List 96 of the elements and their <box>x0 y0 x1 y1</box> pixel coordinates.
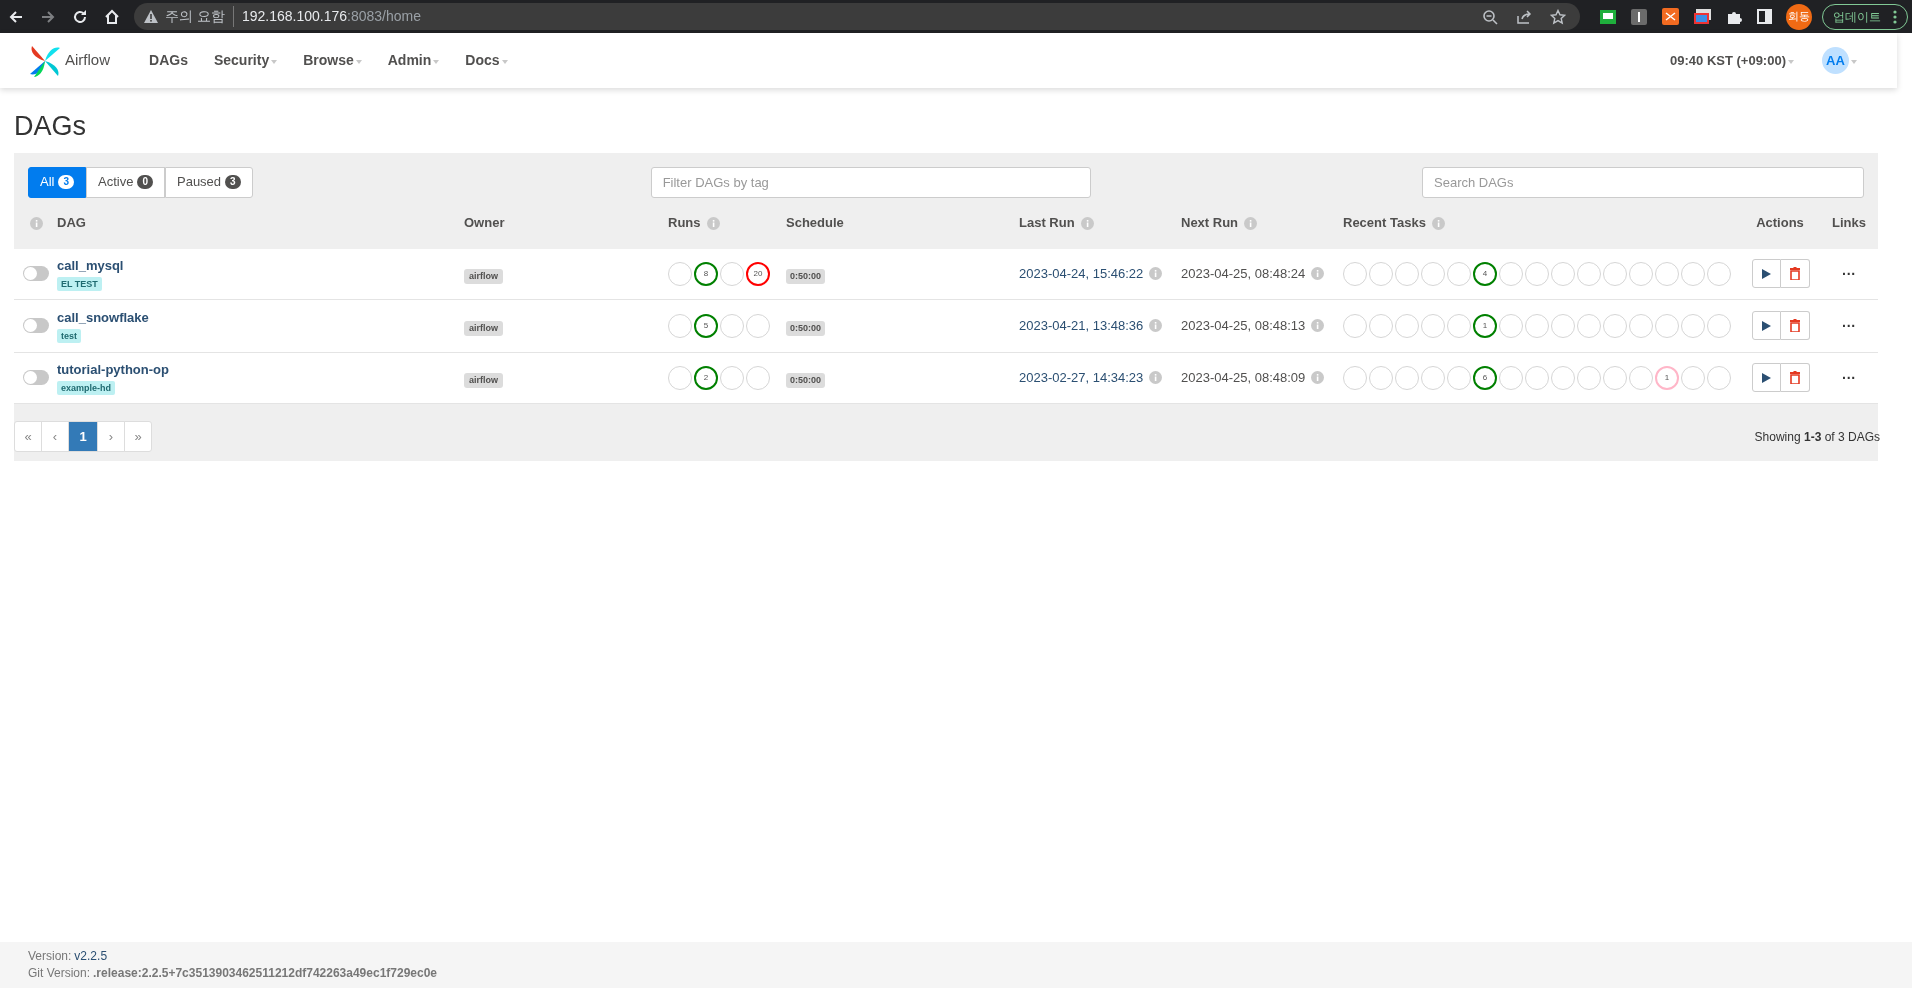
user-avatar: AA <box>1822 47 1849 74</box>
play-icon <box>1762 320 1771 331</box>
next-run-text: 2023-04-25, 08:48:24 <box>1181 264 1306 283</box>
column-header: Runs <box>668 214 701 233</box>
count-badge: 0 <box>137 175 153 189</box>
info-icon <box>1149 371 1163 384</box>
zoom-out-icon[interactable] <box>1482 8 1498 25</box>
schedule-label[interactable]: 0:50:00 <box>786 372 826 388</box>
page-link[interactable]: ‹ <box>41 421 69 452</box>
git-version-label: Git Version: <box>28 965 91 982</box>
share-icon[interactable] <box>1516 8 1532 25</box>
reload-icon[interactable] <box>72 8 88 25</box>
next-run-text: 2023-04-25, 08:48:09 <box>1181 368 1306 387</box>
page-link[interactable]: » <box>124 421 152 452</box>
caret-icon <box>1788 60 1794 64</box>
info-icon <box>1311 319 1325 332</box>
last-run-link[interactable]: 2023-04-24, 15:46:22 <box>1019 263 1144 284</box>
column-header: Owner <box>464 214 505 233</box>
column-header: Recent Tasks <box>1343 214 1426 233</box>
filter-tab[interactable]: Active 0 <box>86 166 165 198</box>
security-label: 주의 요함 <box>165 6 234 27</box>
side-panel-icon[interactable] <box>1757 9 1772 24</box>
info-icon <box>1311 267 1325 280</box>
tag-label[interactable]: example-hd <box>57 381 115 396</box>
extension-icon[interactable] <box>1694 9 1711 24</box>
play-icon <box>1762 372 1771 383</box>
page-link[interactable]: 1 <box>68 421 98 452</box>
more-icon <box>1893 9 1897 24</box>
owner-label: airflow <box>464 372 503 388</box>
extension-icon[interactable] <box>1631 8 1647 25</box>
version-link[interactable]: v2.2.5 <box>74 948 108 965</box>
info-icon <box>1311 371 1325 384</box>
page-title: DAGs <box>14 110 87 143</box>
column-header: Links <box>1832 214 1866 233</box>
column-header: DAG <box>57 214 86 233</box>
nav-menu-item[interactable]: Browse <box>303 50 362 71</box>
delete-button[interactable] <box>1781 259 1810 288</box>
play-icon <box>1762 268 1771 279</box>
trash-icon <box>1790 371 1800 384</box>
tag-label[interactable]: EL TEST <box>57 277 102 292</box>
page-link[interactable]: « <box>14 421 42 452</box>
delete-button[interactable] <box>1781 363 1810 392</box>
next-run-text: 2023-04-25, 08:48:13 <box>1181 316 1306 335</box>
pagination-summary: Showing 1-3 of 3 DAGs <box>1754 428 1880 446</box>
back-icon[interactable] <box>8 8 24 25</box>
schedule-label[interactable]: 0:50:00 <box>786 320 826 336</box>
tag-filter-field[interactable]: Filter DAGs by tag <box>650 166 1091 198</box>
run-button[interactable] <box>1752 311 1781 340</box>
dag-link[interactable]: call_snowflake <box>57 307 149 328</box>
last-run-link[interactable]: 2023-02-27, 14:34:23 <box>1019 367 1144 388</box>
schedule-label[interactable]: 0:50:00 <box>786 268 826 284</box>
page-link[interactable]: › <box>97 421 125 452</box>
delete-button[interactable] <box>1781 311 1810 340</box>
url-text: 192.168.100.176:8083/home <box>241 7 421 26</box>
run-button[interactable] <box>1752 259 1781 288</box>
brand-link[interactable]: Airflow <box>28 43 110 78</box>
dag-link[interactable]: call_mysql <box>57 255 124 276</box>
column-header: Schedule <box>786 214 844 233</box>
run-button[interactable] <box>1752 363 1781 392</box>
search-field[interactable]: Search DAGs <box>1422 166 1864 198</box>
count-badge: 3 <box>225 175 241 189</box>
pause-toggle[interactable] <box>23 266 49 281</box>
extension-icon[interactable] <box>1600 9 1616 24</box>
column-header: Actions <box>1756 214 1804 233</box>
address-bar[interactable]: 주의 요함 192.168.100.176:8083/home <box>134 3 1250 30</box>
info-icon <box>1149 319 1163 332</box>
column-header: Next Run <box>1181 214 1239 233</box>
owner-label: airflow <box>464 268 503 284</box>
nav-menu-item[interactable]: Admin <box>387 50 440 71</box>
version-label: Version: <box>28 948 72 965</box>
count-badge: 3 <box>58 175 74 189</box>
star-icon[interactable] <box>1550 8 1566 25</box>
more-links-button[interactable]: ··· <box>1842 320 1856 331</box>
warning-icon <box>144 10 158 23</box>
filter-tab[interactable]: Paused 3 <box>165 166 253 198</box>
owner-label: airflow <box>464 320 503 336</box>
git-version-text: .release:2.2.5+7c3513903462511212df742263a49ec1f729ec0e <box>93 965 438 982</box>
pause-toggle[interactable] <box>23 318 49 333</box>
trash-icon <box>1790 319 1800 332</box>
caret-icon <box>1851 60 1857 64</box>
nav-menu-item[interactable]: Docs <box>465 50 508 71</box>
nav-menu-item[interactable]: Security <box>213 50 278 71</box>
tag-label[interactable]: test <box>57 329 81 344</box>
trash-icon <box>1790 267 1800 280</box>
forward-icon[interactable] <box>40 8 56 25</box>
column-header: Last Run <box>1019 214 1075 233</box>
more-links-button[interactable]: ··· <box>1842 372 1856 383</box>
last-run-link[interactable]: 2023-04-21, 13:48:36 <box>1019 315 1144 336</box>
timezone-menu[interactable]: 09:40 KST (+09:00) <box>1670 50 1794 71</box>
more-links-button[interactable]: ··· <box>1842 268 1856 279</box>
home-icon[interactable] <box>104 8 120 25</box>
pause-toggle[interactable] <box>23 370 49 385</box>
nav-menu-item[interactable]: DAGs <box>149 50 188 71</box>
dag-link[interactable]: tutorial-python-op <box>57 359 169 380</box>
info-icon <box>1149 267 1163 280</box>
filter-tab[interactable]: All 3 <box>28 166 86 198</box>
